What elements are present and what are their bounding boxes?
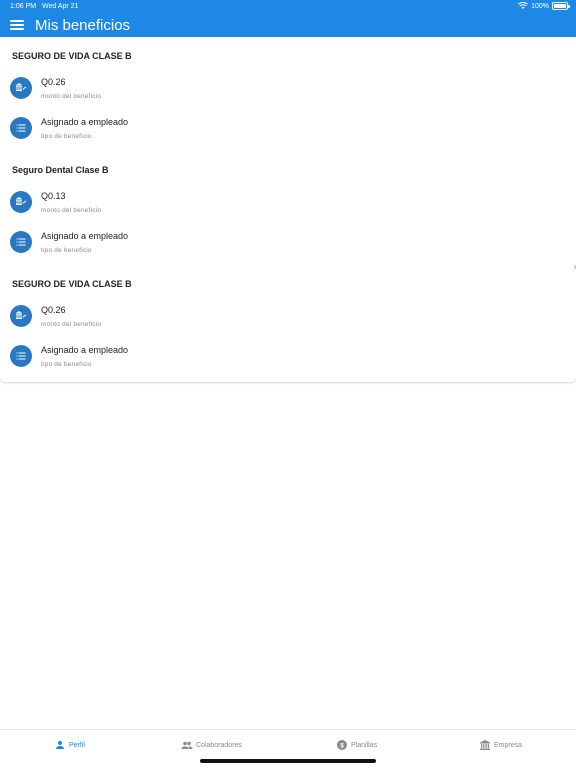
svg-text:$: $ (340, 742, 344, 749)
benefit-amount-icon (10, 305, 32, 327)
benefit-type-row[interactable]: Asignado a empleado tipo de beneficio (0, 341, 576, 375)
battery-icon (552, 2, 570, 10)
dollar-icon: $ (337, 740, 347, 750)
status-bar: 1:06 PM Wed Apr 21 100% (0, 0, 576, 14)
nav-item-colaboradores[interactable]: Colaboradores (181, 738, 242, 752)
nav-label: Perfil (69, 741, 85, 749)
nav-label: Colaboradores (196, 741, 242, 749)
benefit-section: SEGURO DE VIDA CLASE B Q0.26 monto del b… (0, 265, 576, 379)
battery-percent: 100% (531, 2, 549, 10)
nav-item-empresa[interactable]: Empresa (479, 738, 522, 752)
benefit-amount: Q0.13 (41, 191, 66, 201)
benefit-type-row[interactable]: Asignado a empleado tipo de beneficio (0, 113, 576, 147)
benefit-amount-row[interactable]: Q0.13 monto del beneficio (0, 187, 576, 221)
status-time: 1:06 PM (10, 3, 37, 10)
bank-icon (480, 740, 490, 750)
app-bar: Mis beneficios (0, 14, 576, 37)
nav-label: Planillas (351, 741, 378, 749)
benefit-amount-icon (10, 77, 32, 99)
nav-item-perfil[interactable]: Perfil (54, 738, 85, 752)
benefit-title: Seguro Dental Clase B (12, 165, 109, 175)
benefit-section: SEGURO DE VIDA CLASE B Q0.26 monto del b… (0, 37, 576, 151)
menu-icon[interactable] (10, 18, 24, 32)
benefit-type-caption: tipo de beneficio (41, 247, 92, 254)
benefit-amount: Q0.26 (41, 305, 66, 315)
page-title: Mis beneficios (35, 17, 131, 34)
benefit-type-caption: tipo de beneficio (41, 361, 92, 368)
benefit-title: SEGURO DE VIDA CLASE B (12, 51, 132, 61)
benefit-type-caption: tipo de beneficio (41, 133, 92, 140)
benefit-amount-row[interactable]: Q0.26 monto del beneficio (0, 73, 576, 107)
status-right: 100% (518, 2, 570, 10)
home-indicator (200, 759, 376, 763)
benefit-amount-icon (10, 191, 32, 213)
person-icon (56, 741, 64, 749)
benefit-amount-row[interactable]: Q0.26 monto del beneficio (0, 301, 576, 335)
benefit-type-row[interactable]: Asignado a empleado tipo de beneficio (0, 227, 576, 261)
list-icon (10, 345, 32, 367)
benefits-card: SEGURO DE VIDA CLASE B Q0.26 monto del b… (0, 37, 576, 382)
benefit-type: Asignado a empleado (41, 345, 129, 355)
nav-label: Empresa (494, 741, 523, 749)
benefit-amount-caption: monto del beneficio (41, 207, 102, 214)
people-icon (181, 741, 193, 749)
benefit-type: Asignado a empleado (41, 231, 129, 241)
list-icon (10, 231, 32, 253)
benefit-type: Asignado a empleado (41, 117, 129, 127)
status-date: Wed Apr 21 (42, 3, 79, 10)
wifi-icon (518, 2, 528, 9)
benefit-amount: Q0.26 (41, 77, 66, 87)
benefit-title: SEGURO DE VIDA CLASE B (12, 279, 132, 289)
benefit-amount-caption: monto del beneficio (41, 321, 102, 328)
benefit-section: Seguro Dental Clase B Q0.13 monto del be… (0, 151, 576, 265)
benefit-amount-caption: monto del beneficio (41, 93, 102, 100)
list-icon (10, 117, 32, 139)
nav-item-planillas[interactable]: $ Planillas (336, 738, 377, 752)
